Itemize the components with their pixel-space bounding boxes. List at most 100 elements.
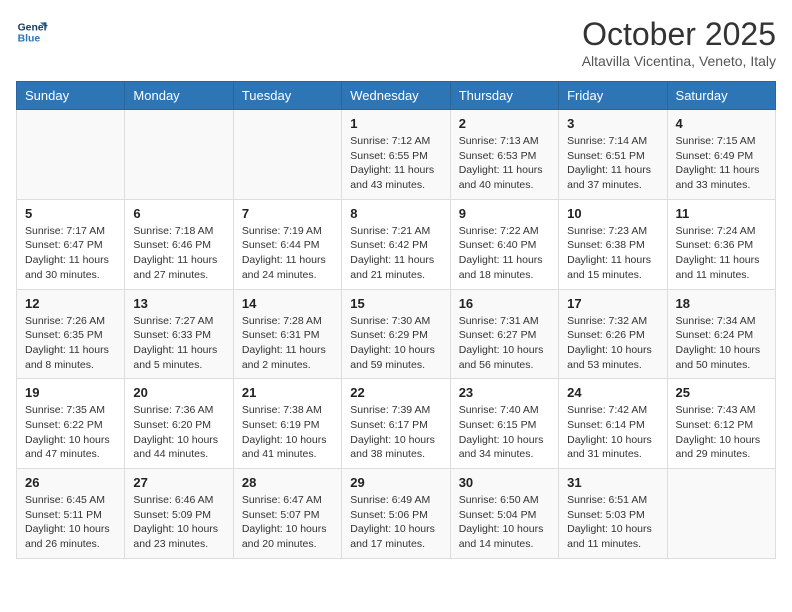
day-cell: 14 Sunrise: 7:28 AM Sunset: 6:31 PM Dayli… (233, 289, 341, 379)
day-cell: 25 Sunrise: 7:43 AM Sunset: 6:12 PM Dayli… (667, 379, 775, 469)
page-header: General Blue October 2025 Altavilla Vice… (16, 16, 776, 69)
logo: General Blue (16, 16, 48, 48)
month-title: October 2025 (582, 16, 776, 53)
day-number: 31 (567, 475, 658, 490)
day-number: 25 (676, 385, 767, 400)
day-info: Sunrise: 7:38 AM Sunset: 6:19 PM Dayligh… (242, 403, 333, 462)
day-cell: 19 Sunrise: 7:35 AM Sunset: 6:22 PM Dayli… (17, 379, 125, 469)
day-number: 13 (133, 296, 224, 311)
day-cell: 4 Sunrise: 7:15 AM Sunset: 6:49 PM Daylig… (667, 110, 775, 200)
day-info: Sunrise: 7:22 AM Sunset: 6:40 PM Dayligh… (459, 224, 550, 283)
day-cell: 17 Sunrise: 7:32 AM Sunset: 6:26 PM Dayli… (559, 289, 667, 379)
day-cell: 13 Sunrise: 7:27 AM Sunset: 6:33 PM Dayli… (125, 289, 233, 379)
day-number: 7 (242, 206, 333, 221)
weekday-header-sunday: Sunday (17, 82, 125, 110)
day-cell (667, 469, 775, 559)
day-cell: 3 Sunrise: 7:14 AM Sunset: 6:51 PM Daylig… (559, 110, 667, 200)
day-cell: 31 Sunrise: 6:51 AM Sunset: 5:03 PM Dayli… (559, 469, 667, 559)
day-number: 4 (676, 116, 767, 131)
day-info: Sunrise: 6:50 AM Sunset: 5:04 PM Dayligh… (459, 493, 550, 552)
day-cell: 26 Sunrise: 6:45 AM Sunset: 5:11 PM Dayli… (17, 469, 125, 559)
day-cell (17, 110, 125, 200)
day-cell: 10 Sunrise: 7:23 AM Sunset: 6:38 PM Dayli… (559, 199, 667, 289)
title-area: October 2025 Altavilla Vicentina, Veneto… (582, 16, 776, 69)
day-info: Sunrise: 6:45 AM Sunset: 5:11 PM Dayligh… (25, 493, 116, 552)
day-info: Sunrise: 7:15 AM Sunset: 6:49 PM Dayligh… (676, 134, 767, 193)
logo-icon: General Blue (16, 16, 48, 48)
day-info: Sunrise: 7:14 AM Sunset: 6:51 PM Dayligh… (567, 134, 658, 193)
day-cell: 27 Sunrise: 6:46 AM Sunset: 5:09 PM Dayli… (125, 469, 233, 559)
day-info: Sunrise: 7:17 AM Sunset: 6:47 PM Dayligh… (25, 224, 116, 283)
day-number: 20 (133, 385, 224, 400)
day-info: Sunrise: 7:30 AM Sunset: 6:29 PM Dayligh… (350, 314, 441, 373)
weekday-header-thursday: Thursday (450, 82, 558, 110)
day-info: Sunrise: 7:43 AM Sunset: 6:12 PM Dayligh… (676, 403, 767, 462)
weekday-header-tuesday: Tuesday (233, 82, 341, 110)
day-number: 15 (350, 296, 441, 311)
day-info: Sunrise: 7:18 AM Sunset: 6:46 PM Dayligh… (133, 224, 224, 283)
day-number: 1 (350, 116, 441, 131)
day-cell: 5 Sunrise: 7:17 AM Sunset: 6:47 PM Daylig… (17, 199, 125, 289)
week-row-5: 26 Sunrise: 6:45 AM Sunset: 5:11 PM Dayli… (17, 469, 776, 559)
day-cell: 24 Sunrise: 7:42 AM Sunset: 6:14 PM Dayli… (559, 379, 667, 469)
day-number: 19 (25, 385, 116, 400)
day-number: 18 (676, 296, 767, 311)
day-info: Sunrise: 7:40 AM Sunset: 6:15 PM Dayligh… (459, 403, 550, 462)
day-info: Sunrise: 7:35 AM Sunset: 6:22 PM Dayligh… (25, 403, 116, 462)
day-cell: 15 Sunrise: 7:30 AM Sunset: 6:29 PM Dayli… (342, 289, 450, 379)
day-info: Sunrise: 7:12 AM Sunset: 6:55 PM Dayligh… (350, 134, 441, 193)
day-cell: 2Sunrise: 7:13 AM Sunset: 6:53 PM Daylig… (450, 110, 558, 200)
day-info: Sunrise: 7:39 AM Sunset: 6:17 PM Dayligh… (350, 403, 441, 462)
day-cell: 28 Sunrise: 6:47 AM Sunset: 5:07 PM Dayli… (233, 469, 341, 559)
calendar-table: SundayMondayTuesdayWednesdayThursdayFrid… (16, 81, 776, 559)
day-cell: 9 Sunrise: 7:22 AM Sunset: 6:40 PM Daylig… (450, 199, 558, 289)
day-cell: 7 Sunrise: 7:19 AM Sunset: 6:44 PM Daylig… (233, 199, 341, 289)
day-number: 24 (567, 385, 658, 400)
day-number: 8 (350, 206, 441, 221)
day-info: Sunrise: 6:47 AM Sunset: 5:07 PM Dayligh… (242, 493, 333, 552)
day-info: Sunrise: 6:51 AM Sunset: 5:03 PM Dayligh… (567, 493, 658, 552)
day-info: Sunrise: 6:46 AM Sunset: 5:09 PM Dayligh… (133, 493, 224, 552)
day-cell: 22Sunrise: 7:39 AM Sunset: 6:17 PM Dayli… (342, 379, 450, 469)
day-number: 27 (133, 475, 224, 490)
day-info: Sunrise: 7:28 AM Sunset: 6:31 PM Dayligh… (242, 314, 333, 373)
day-number: 9 (459, 206, 550, 221)
day-info: Sunrise: 6:49 AM Sunset: 5:06 PM Dayligh… (350, 493, 441, 552)
day-info: Sunrise: 7:21 AM Sunset: 6:42 PM Dayligh… (350, 224, 441, 283)
day-info: Sunrise: 7:24 AM Sunset: 6:36 PM Dayligh… (676, 224, 767, 283)
day-info: Sunrise: 7:23 AM Sunset: 6:38 PM Dayligh… (567, 224, 658, 283)
day-number: 12 (25, 296, 116, 311)
day-cell: 1 Sunrise: 7:12 AM Sunset: 6:55 PM Daylig… (342, 110, 450, 200)
day-info: Sunrise: 7:19 AM Sunset: 6:44 PM Dayligh… (242, 224, 333, 283)
day-info: Sunrise: 7:42 AM Sunset: 6:14 PM Dayligh… (567, 403, 658, 462)
day-number: 26 (25, 475, 116, 490)
week-row-3: 12 Sunrise: 7:26 AM Sunset: 6:35 PM Dayli… (17, 289, 776, 379)
day-cell (125, 110, 233, 200)
day-info: Sunrise: 7:27 AM Sunset: 6:33 PM Dayligh… (133, 314, 224, 373)
day-number: 30 (459, 475, 550, 490)
day-number: 3 (567, 116, 658, 131)
day-cell: 11Sunrise: 7:24 AM Sunset: 6:36 PM Dayli… (667, 199, 775, 289)
day-cell: 6Sunrise: 7:18 AM Sunset: 6:46 PM Daylig… (125, 199, 233, 289)
weekday-header-saturday: Saturday (667, 82, 775, 110)
day-info: Sunrise: 7:34 AM Sunset: 6:24 PM Dayligh… (676, 314, 767, 373)
svg-text:Blue: Blue (18, 34, 41, 45)
day-number: 16 (459, 296, 550, 311)
day-number: 21 (242, 385, 333, 400)
day-info: Sunrise: 7:36 AM Sunset: 6:20 PM Dayligh… (133, 403, 224, 462)
day-number: 17 (567, 296, 658, 311)
day-cell (233, 110, 341, 200)
day-info: Sunrise: 7:32 AM Sunset: 6:26 PM Dayligh… (567, 314, 658, 373)
day-cell: 8 Sunrise: 7:21 AM Sunset: 6:42 PM Daylig… (342, 199, 450, 289)
weekday-header-friday: Friday (559, 82, 667, 110)
day-number: 28 (242, 475, 333, 490)
weekday-header-row: SundayMondayTuesdayWednesdayThursdayFrid… (17, 82, 776, 110)
day-number: 23 (459, 385, 550, 400)
week-row-1: 1 Sunrise: 7:12 AM Sunset: 6:55 PM Daylig… (17, 110, 776, 200)
day-number: 5 (25, 206, 116, 221)
day-number: 10 (567, 206, 658, 221)
day-number: 14 (242, 296, 333, 311)
day-info: Sunrise: 7:31 AM Sunset: 6:27 PM Dayligh… (459, 314, 550, 373)
day-info: Sunrise: 7:26 AM Sunset: 6:35 PM Dayligh… (25, 314, 116, 373)
day-cell: 21 Sunrise: 7:38 AM Sunset: 6:19 PM Dayli… (233, 379, 341, 469)
